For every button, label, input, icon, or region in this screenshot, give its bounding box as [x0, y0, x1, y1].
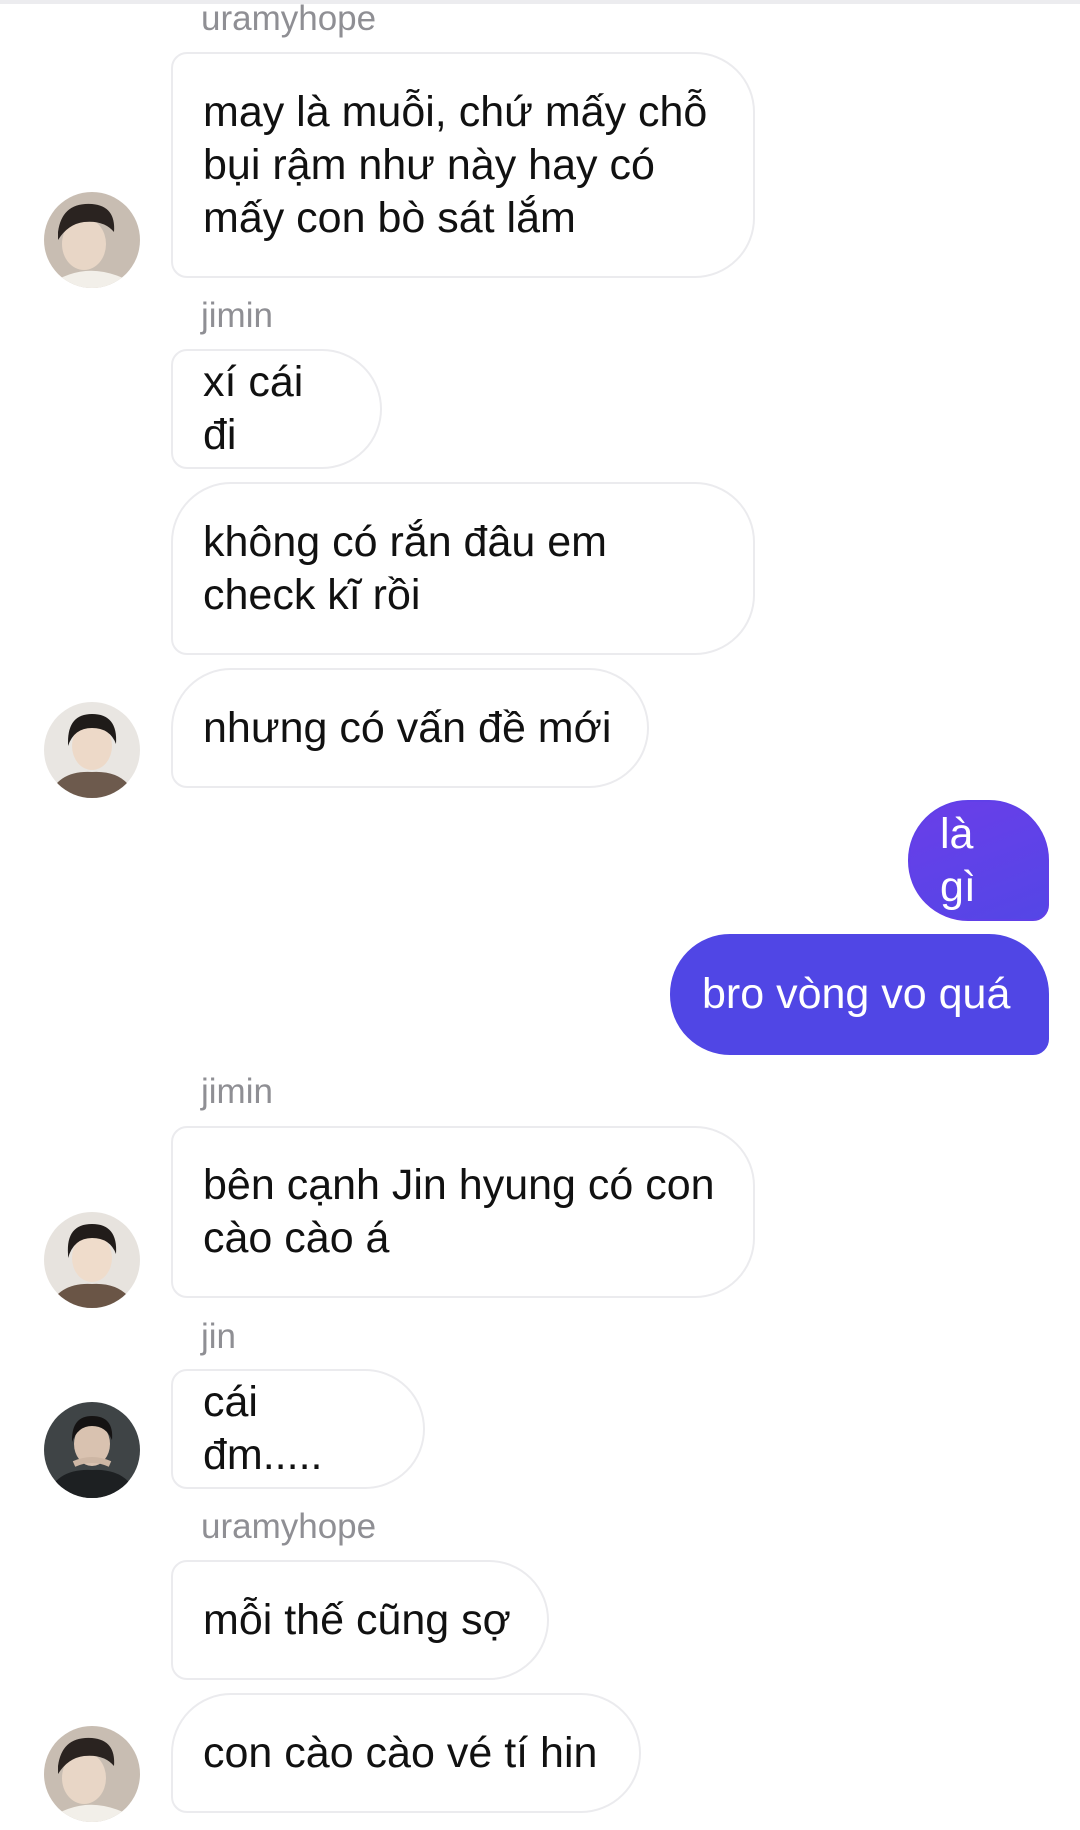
avatar[interactable]: [44, 1726, 140, 1822]
avatar[interactable]: [44, 1212, 140, 1308]
user-avatar-icon: [44, 1402, 140, 1498]
message-bubble[interactable]: con cào cào vé tí hin: [171, 1693, 641, 1813]
message-text: mỗi thế cũng sợ: [203, 1595, 511, 1644]
message-text: bro vòng vo quá: [702, 970, 1011, 1018]
message-text: bên cạnh Jin hyung có con cào cào á: [203, 1161, 715, 1262]
sender-name: jin: [201, 1317, 237, 1356]
message-text: con cào cào vé tí hin: [203, 1728, 598, 1777]
user-avatar-icon: [44, 702, 140, 798]
message-bubble[interactable]: may là muỗi, chứ mấy chỗ bụi rậm như này…: [171, 52, 755, 278]
message-text: là gì: [940, 809, 976, 911]
message-text: xí cái đi: [203, 358, 304, 459]
sender-name: uramyhope: [201, 0, 377, 38]
avatar[interactable]: [44, 192, 140, 288]
message-bubble[interactable]: cái đm.....: [171, 1369, 425, 1489]
message-text: nhưng có vấn đề mới: [203, 703, 612, 752]
sender-name: jimin: [201, 1072, 273, 1111]
message-text: may là muỗi, chứ mấy chỗ bụi rậm như này…: [203, 87, 708, 242]
header-divider: [0, 0, 1080, 4]
message-bubble[interactable]: xí cái đi: [171, 349, 382, 469]
message-bubble-outgoing[interactable]: là gì: [908, 800, 1049, 921]
sender-name: uramyhope: [201, 1507, 377, 1546]
user-avatar-icon: [44, 1726, 140, 1822]
sender-name: jimin: [201, 296, 273, 335]
avatar[interactable]: [44, 1402, 140, 1498]
message-bubble-outgoing[interactable]: bro vòng vo quá: [670, 934, 1049, 1055]
message-bubble[interactable]: bên cạnh Jin hyung có con cào cào á: [171, 1126, 755, 1298]
avatar[interactable]: [44, 702, 140, 798]
message-bubble[interactable]: mỗi thế cũng sợ: [171, 1560, 549, 1680]
user-avatar-icon: [44, 1212, 140, 1308]
message-bubble[interactable]: không có rắn đâu em check kĩ rồi: [171, 482, 755, 655]
message-text: không có rắn đâu em check kĩ rồi: [203, 517, 607, 619]
message-bubble[interactable]: nhưng có vấn đề mới: [171, 668, 649, 788]
message-text: cái đm.....: [203, 1378, 323, 1479]
user-avatar-icon: [44, 192, 140, 288]
